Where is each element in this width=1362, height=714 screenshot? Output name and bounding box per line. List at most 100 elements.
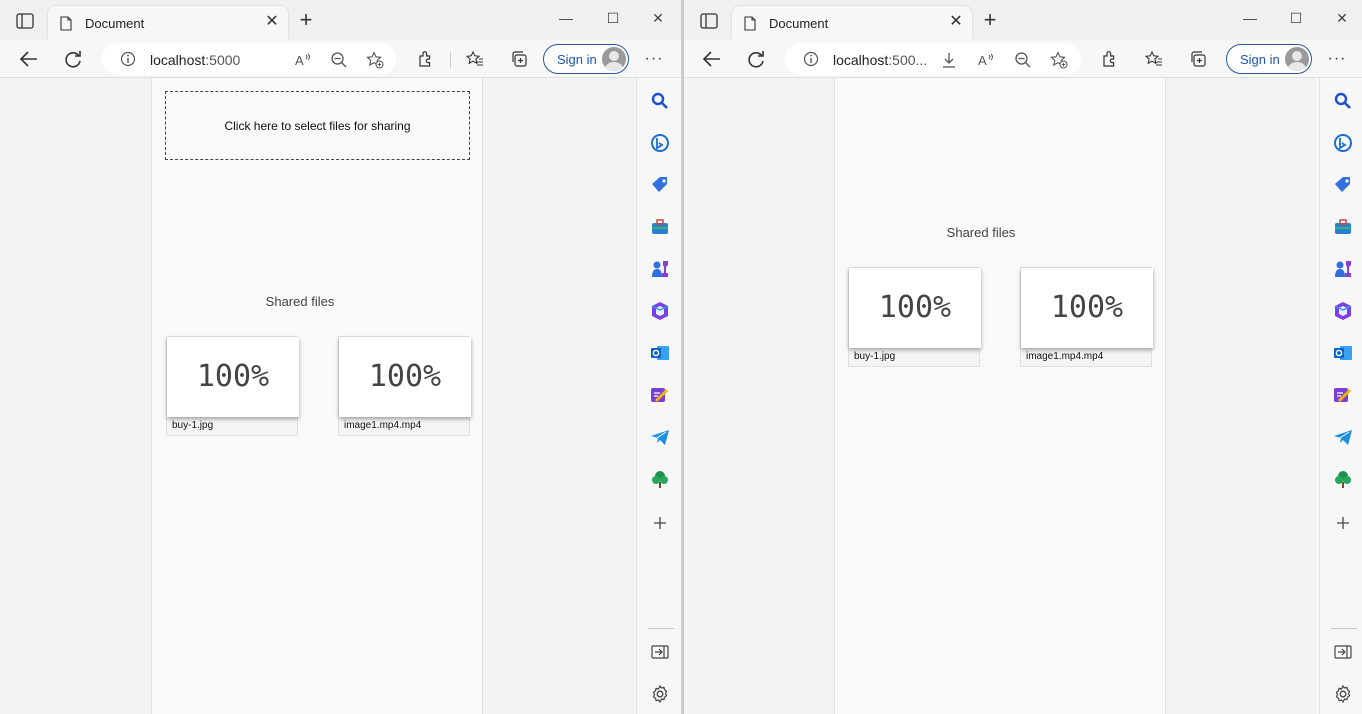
tree-icon[interactable] <box>650 469 670 489</box>
tools-icon[interactable] <box>650 217 670 237</box>
download-icon[interactable] <box>940 51 958 69</box>
file-card[interactable]: 100% buy-1.jpg <box>166 336 299 436</box>
add-icon[interactable] <box>650 513 670 533</box>
tab-document[interactable]: Document ✕ <box>732 6 972 40</box>
office-icon[interactable] <box>1333 301 1353 321</box>
more-icon[interactable]: ··· <box>1327 49 1347 69</box>
tab-actions-icon[interactable] <box>16 13 34 29</box>
avatar <box>1285 47 1309 71</box>
designer-icon[interactable] <box>650 385 670 405</box>
games-icon[interactable] <box>650 259 670 279</box>
collections-icon[interactable] <box>510 50 528 68</box>
settings-icon[interactable] <box>1333 684 1353 704</box>
shopping-tag-icon[interactable] <box>650 175 670 195</box>
telegram-icon[interactable] <box>1333 427 1353 447</box>
refresh-icon[interactable] <box>745 48 767 70</box>
site-info-icon[interactable] <box>120 51 136 67</box>
collapse-sidebar-icon[interactable] <box>1333 642 1353 662</box>
favorites-icon[interactable] <box>466 50 484 68</box>
sidebar-divider <box>1331 628 1357 629</box>
outlook-icon[interactable] <box>1333 343 1353 363</box>
read-aloud-icon[interactable]: A <box>294 51 312 69</box>
maximize-button[interactable]: ☐ <box>1286 8 1306 28</box>
bing-chat-icon[interactable] <box>1333 133 1353 153</box>
search-icon[interactable] <box>1333 91 1353 111</box>
file-thumbnail: 100% <box>1021 268 1153 348</box>
more-icon[interactable]: ··· <box>644 49 664 69</box>
file-card[interactable]: 100% image1.mp4.mp4 <box>1020 267 1153 367</box>
collapse-sidebar-icon[interactable] <box>650 642 670 662</box>
back-icon[interactable] <box>701 48 723 70</box>
games-icon[interactable] <box>1333 259 1353 279</box>
file-card[interactable]: 100% image1.mp4.mp4 <box>338 336 471 436</box>
close-window-button[interactable]: ✕ <box>1332 8 1352 28</box>
svg-text:A: A <box>978 53 987 68</box>
sidebar-divider <box>648 628 674 629</box>
close-tab-icon[interactable]: ✕ <box>264 14 280 30</box>
add-icon[interactable] <box>1333 513 1353 533</box>
zoom-out-icon[interactable] <box>1014 51 1032 69</box>
browser-window-left: Document ✕ + — ☐ ✕ localhost:5000 A Sign… <box>0 0 682 714</box>
title-bar: Document ✕ + — ☐ ✕ <box>0 0 681 40</box>
sign-in-button[interactable]: Sign in <box>1226 44 1312 74</box>
tab-document[interactable]: Document ✕ <box>48 6 288 40</box>
extensions-icon[interactable] <box>417 50 435 68</box>
address-bar: localhost:5000 A Sign in ··· <box>0 40 681 78</box>
back-icon[interactable] <box>18 48 40 70</box>
url-text: localhost:5000 <box>150 52 240 68</box>
url-field[interactable]: localhost:500... A <box>785 43 1081 75</box>
new-tab-button[interactable]: + <box>980 9 1000 31</box>
avatar <box>602 47 626 71</box>
url-port: :5000 <box>205 52 241 68</box>
office-icon[interactable] <box>650 301 670 321</box>
read-aloud-icon[interactable]: A <box>977 51 995 69</box>
zoom-out-icon[interactable] <box>330 51 348 69</box>
tab-title: Document <box>85 16 145 31</box>
collections-icon[interactable] <box>1189 50 1207 68</box>
dropzone-text: Click here to select files for sharing <box>224 119 411 133</box>
toolbar-divider <box>450 52 451 68</box>
settings-icon[interactable] <box>650 684 670 704</box>
page-content: Click here to select files for sharing S… <box>151 78 483 714</box>
tree-icon[interactable] <box>1333 469 1353 489</box>
file-name: image1.mp4.mp4 <box>344 420 422 431</box>
page-viewport: Click here to select files for sharing S… <box>0 78 635 714</box>
add-favorite-icon[interactable] <box>1050 51 1068 69</box>
minimize-button[interactable]: — <box>556 8 576 28</box>
sign-in-button[interactable]: Sign in <box>543 44 629 74</box>
file-thumbnail: 100% <box>339 337 471 417</box>
shopping-tag-icon[interactable] <box>1333 175 1353 195</box>
close-tab-icon[interactable]: ✕ <box>948 14 964 30</box>
tab-title: Document <box>769 16 829 31</box>
browser-window-right: Document ✕ + — ☐ ✕ localhost:500... A Si… <box>684 0 1362 714</box>
close-window-button[interactable]: ✕ <box>648 8 668 28</box>
maximize-button[interactable]: ☐ <box>603 8 623 28</box>
designer-icon[interactable] <box>1333 385 1353 405</box>
new-tab-button[interactable]: + <box>296 9 316 31</box>
page-viewport: Shared files 100% buy-1.jpg 100% image1.… <box>684 78 1316 714</box>
add-favorite-icon[interactable] <box>366 51 384 69</box>
refresh-icon[interactable] <box>62 48 84 70</box>
file-select-dropzone[interactable]: Click here to select files for sharing <box>165 91 470 160</box>
tab-actions-icon[interactable] <box>700 13 718 29</box>
upload-progress: 100% <box>368 359 442 394</box>
upload-progress: 100% <box>878 290 952 325</box>
file-card[interactable]: 100% buy-1.jpg <box>848 267 981 367</box>
outlook-icon[interactable] <box>650 343 670 363</box>
url-host: localhost <box>833 52 889 68</box>
search-icon[interactable] <box>650 91 670 111</box>
bing-chat-icon[interactable] <box>650 133 670 153</box>
telegram-icon[interactable] <box>650 427 670 447</box>
site-info-icon[interactable] <box>803 51 819 67</box>
url-port: :500... <box>888 52 928 68</box>
minimize-button[interactable]: — <box>1240 8 1260 28</box>
file-thumbnail: 100% <box>167 337 299 417</box>
tools-icon[interactable] <box>1333 217 1353 237</box>
favorites-icon[interactable] <box>1145 50 1163 68</box>
url-field[interactable]: localhost:5000 A <box>102 43 396 75</box>
file-name: image1.mp4.mp4 <box>1026 351 1104 362</box>
url-host: localhost <box>150 52 206 68</box>
file-name: buy-1.jpg <box>172 420 214 431</box>
title-bar: Document ✕ + — ☐ ✕ <box>684 0 1362 40</box>
extensions-icon[interactable] <box>1101 50 1119 68</box>
